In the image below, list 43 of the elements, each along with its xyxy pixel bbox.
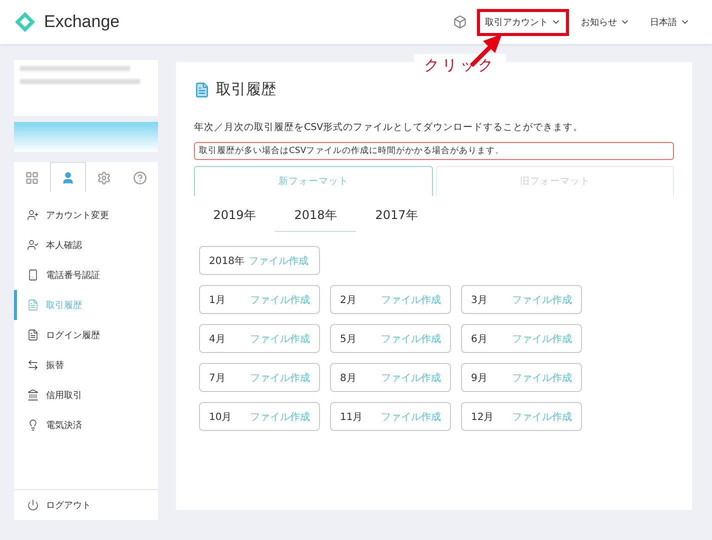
warning-notice: 取引履歴が多い場合はCSVファイルの作成に時間がかかる場合があります。 <box>194 142 674 160</box>
user-plus-icon <box>27 209 39 221</box>
create-file-button[interactable]: 4月 ファイル作成 <box>199 324 320 353</box>
settings-icon <box>97 170 111 184</box>
sidebar-item[interactable]: 信用取引 <box>14 380 158 410</box>
sidebar-item[interactable]: 本人確認 <box>14 230 158 260</box>
create-file-button[interactable]: 2月 ファイル作成 <box>330 285 451 314</box>
logo-icon <box>14 11 36 33</box>
phone-icon <box>27 269 39 281</box>
sidebar-item[interactable]: 電気決済 <box>14 410 158 440</box>
cube-icon[interactable] <box>453 15 467 29</box>
user-icon <box>61 170 75 184</box>
create-file-button[interactable]: 3月 ファイル作成 <box>461 285 582 314</box>
create-file-button[interactable]: 5月 ファイル作成 <box>330 324 451 353</box>
help-icon <box>133 170 147 184</box>
page-title: 取引履歴 <box>216 80 276 99</box>
create-file-button[interactable]: 11月 ファイル作成 <box>330 402 451 431</box>
logout-item[interactable]: ログアウト <box>14 489 158 520</box>
description: 年次／月次の取引履歴をCSV形式のファイルとしてダウンロードすることができます。 <box>194 121 584 134</box>
create-file-button[interactable]: 10月 ファイル作成 <box>199 402 320 431</box>
arrows-icon <box>27 359 39 371</box>
create-file-button[interactable]: 12月 ファイル作成 <box>461 402 582 431</box>
sidebar-item[interactable]: アカウント変更 <box>14 200 158 230</box>
sidebar-item[interactable]: 電話番号認証 <box>14 260 158 290</box>
power-icon <box>27 499 39 511</box>
logo-text: Exchange <box>44 12 120 32</box>
sidebar-tab[interactable] <box>50 162 86 192</box>
bank-icon <box>27 389 39 401</box>
user-check-icon <box>27 239 39 251</box>
create-file-button[interactable]: 6月 ファイル作成 <box>461 324 582 353</box>
document-icon <box>27 299 39 311</box>
create-file-button[interactable]: 9月 ファイル作成 <box>461 363 582 392</box>
grid-icon <box>25 170 39 184</box>
lightbulb-icon <box>27 419 39 431</box>
create-file-button[interactable]: 8月 ファイル作成 <box>330 363 451 392</box>
create-file-button[interactable]: 2018年 ファイル作成 <box>199 246 320 275</box>
nav-menu[interactable]: 取引アカウント <box>477 8 569 36</box>
document-icon <box>194 82 210 98</box>
create-file-button[interactable]: 1月 ファイル作成 <box>199 285 320 314</box>
create-file-button[interactable]: 7月 ファイル作成 <box>199 363 320 392</box>
sidebar-item[interactable]: ログイン履歴 <box>14 320 158 350</box>
document-icon <box>27 329 39 341</box>
sidebar-item[interactable]: 振替 <box>14 350 158 380</box>
